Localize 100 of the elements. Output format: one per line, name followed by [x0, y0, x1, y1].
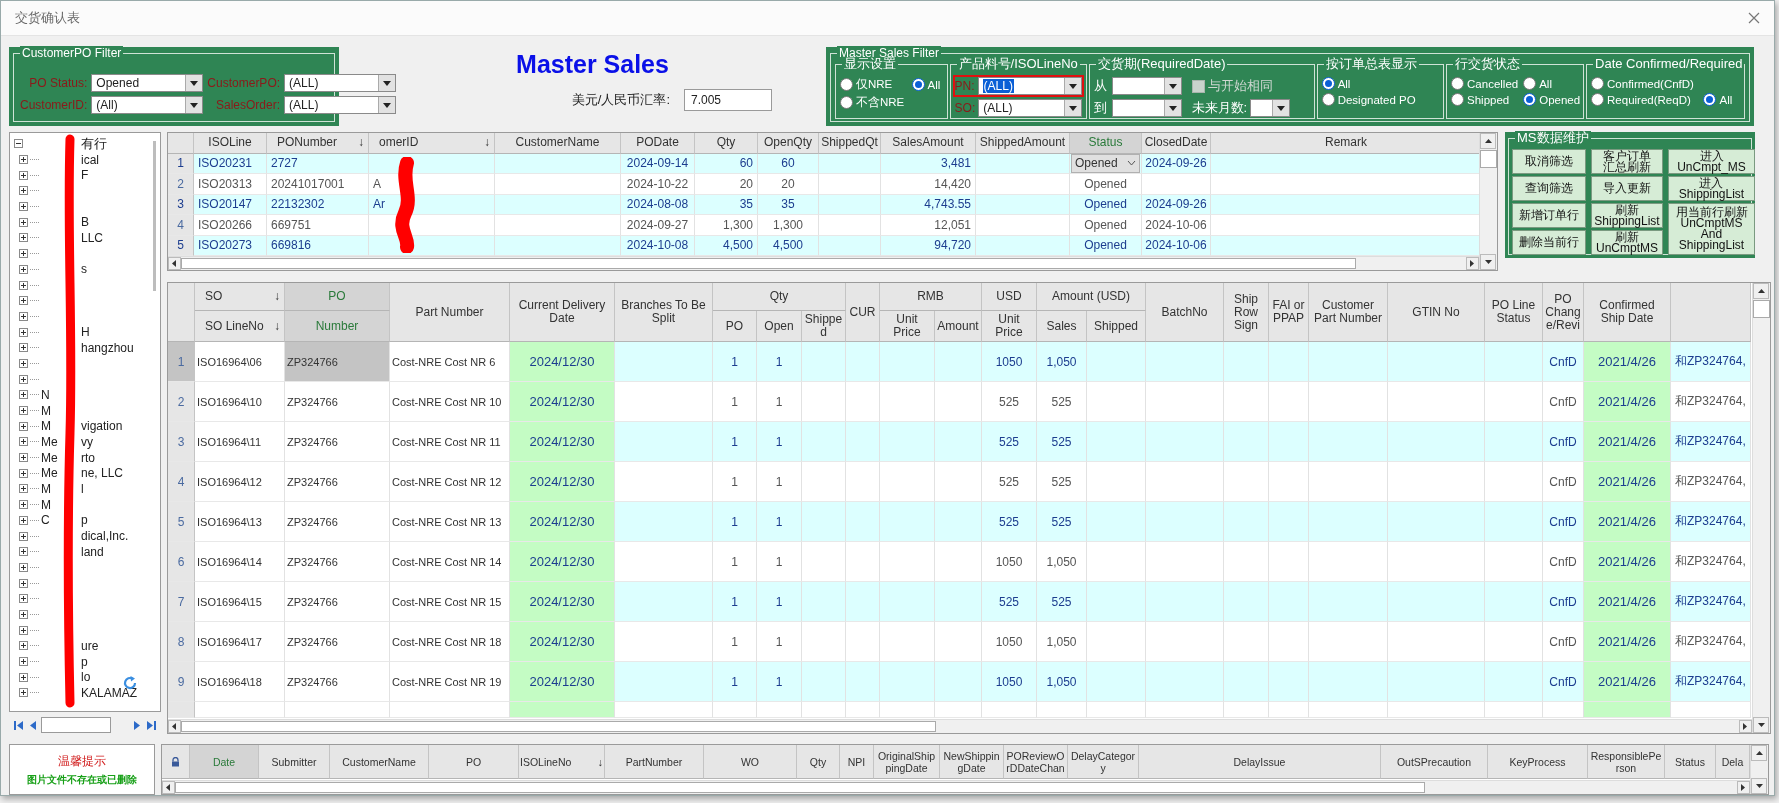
tree-item-label[interactable]: l — [81, 481, 84, 496]
column-header[interactable]: Customer Part Number — [1309, 283, 1388, 342]
row-number[interactable]: 6 — [168, 542, 195, 582]
column-header[interactable]: Dela — [1716, 745, 1750, 779]
radio-option[interactable]: Confirmed(CnfD) — [1591, 77, 1740, 90]
tree-item-label[interactable]: Me — [41, 434, 58, 449]
tree-item-label[interactable]: F — [81, 168, 89, 183]
row-number[interactable]: 8 — [168, 622, 195, 662]
scroll-down-button[interactable] — [1751, 778, 1767, 794]
tree-item-label[interactable]: lo — [81, 670, 91, 685]
tree-item-label[interactable]: rto — [81, 450, 95, 465]
column-header[interactable]: OutSPrecaution — [1381, 745, 1488, 779]
column-header[interactable]: Status — [1665, 745, 1716, 779]
expand-icon[interactable] — [19, 500, 28, 510]
row-number[interactable]: 5 — [168, 502, 195, 542]
expand-icon[interactable] — [19, 437, 28, 447]
column-header[interactable]: Open — [757, 311, 802, 342]
column-header[interactable]: PODate — [621, 133, 695, 154]
row-number[interactable]: 4 — [168, 462, 195, 502]
column-header[interactable]: Shipped — [1087, 311, 1146, 342]
next-icon[interactable] — [133, 719, 141, 731]
column-header[interactable]: Qty — [695, 133, 758, 154]
expand-icon[interactable] — [19, 170, 28, 180]
expand-icon[interactable] — [19, 186, 28, 196]
vertical-scrollbar[interactable] — [1750, 745, 1768, 794]
column-header[interactable]: DelayCategory — [1068, 745, 1139, 779]
tree-item-label[interactable]: vigation — [81, 419, 123, 434]
row-number[interactable]: 7 — [168, 582, 195, 622]
tree-item-label[interactable]: ical — [81, 152, 99, 167]
expand-icon[interactable] — [19, 202, 28, 212]
radio-option[interactable]: Required(ReqD) — [1591, 93, 1699, 106]
column-header[interactable]: omerID ↓ — [369, 133, 495, 154]
column-header[interactable]: SO LineNo ↓ — [195, 311, 285, 342]
expand-icon[interactable] — [19, 280, 28, 290]
column-header[interactable]: GTIN No — [1388, 283, 1485, 342]
expand-icon[interactable] — [19, 343, 28, 353]
radio-option[interactable]: All — [1321, 77, 1440, 90]
column-header[interactable]: PONumber ↓ — [267, 133, 369, 154]
column-header[interactable]: OpenQty — [758, 133, 819, 154]
expand-icon[interactable] — [19, 217, 28, 227]
scrollbar-thumb[interactable] — [175, 782, 1425, 793]
tree-item-label[interactable]: 有行 — [81, 134, 107, 153]
tree-item-label[interactable]: Me — [41, 450, 58, 465]
column-header[interactable]: ISOLineNo ↓ — [519, 745, 605, 779]
tree-item-label[interactable]: vy — [81, 434, 93, 449]
scroll-right-button[interactable] — [1466, 257, 1479, 270]
column-header[interactable]: PO Line Status — [1485, 283, 1543, 342]
column-header[interactable]: POReviewOrDDateChan — [1004, 745, 1068, 779]
expand-icon[interactable] — [19, 562, 28, 572]
column-header[interactable]: PO — [429, 745, 519, 779]
row-number[interactable]: 2 — [168, 174, 194, 195]
expand-icon[interactable] — [19, 672, 28, 682]
expand-icon[interactable] — [19, 296, 28, 306]
column-header[interactable]: CustomerName — [330, 745, 429, 779]
dropdown[interactable]: (All) — [91, 96, 204, 114]
expand-icon[interactable] — [19, 264, 28, 274]
column-header[interactable]: PartNumber — [605, 745, 704, 779]
radio-option[interactable]: 不含NRE — [840, 95, 907, 110]
column-header[interactable]: KeyProcess — [1488, 745, 1588, 779]
column-header[interactable]: Number — [285, 311, 390, 342]
column-header[interactable]: Unit Price — [880, 311, 935, 342]
expand-icon[interactable] — [19, 484, 28, 494]
previous-icon[interactable] — [29, 719, 37, 731]
column-header[interactable]: Shipped — [802, 311, 846, 342]
scrollbar-thumb[interactable] — [181, 258, 1356, 269]
input-field[interactable]: 7.005 — [684, 89, 772, 111]
expand-icon[interactable] — [19, 625, 28, 635]
tree-item-label[interactable]: KALAMAZ — [81, 685, 137, 700]
expand-icon[interactable] — [19, 406, 28, 416]
column-header[interactable]: Amount — [935, 311, 982, 342]
tree-item-label[interactable]: M — [41, 403, 51, 418]
expand-icon[interactable] — [19, 374, 28, 384]
action-button[interactable]: 删除当前行 — [1512, 230, 1586, 255]
scroll-up-button[interactable] — [1753, 283, 1769, 299]
expand-icon[interactable] — [19, 531, 28, 541]
column-header[interactable]: Current Delivery Date — [510, 283, 615, 342]
column-header[interactable]: ShippedQt — [819, 133, 881, 154]
action-button[interactable]: 导入更新 — [1591, 176, 1663, 201]
column-header[interactable]: Ship Row Sign — [1224, 283, 1269, 342]
expand-icon[interactable] — [19, 453, 28, 463]
expand-icon[interactable] — [19, 547, 28, 557]
column-header[interactable]: Qty — [797, 745, 840, 779]
tree-item-label[interactable]: M — [41, 481, 51, 496]
expand-icon[interactable] — [19, 641, 28, 651]
action-button[interactable]: 客户订单汇总刷新 — [1591, 149, 1663, 174]
tree-item-label[interactable]: ure — [81, 638, 99, 653]
page-input[interactable] — [41, 717, 111, 733]
horizontal-scrollbar[interactable] — [168, 719, 1752, 733]
dropdown[interactable]: (ALL) — [977, 77, 1082, 95]
first-page-icon[interactable] — [13, 719, 25, 731]
column-header[interactable]: SalesAmount — [881, 133, 976, 154]
tree-item-label[interactable]: land — [81, 544, 104, 559]
scrollbar-thumb[interactable] — [1480, 150, 1497, 168]
expand-icon[interactable] — [19, 233, 28, 243]
collapse-icon[interactable] — [14, 139, 23, 149]
scroll-down-button[interactable] — [1753, 717, 1769, 733]
row-number[interactable]: 4 — [168, 215, 194, 236]
scrollbar-thumb[interactable] — [181, 721, 936, 732]
column-header[interactable]: ISOLine — [194, 133, 267, 154]
tree-item-label[interactable]: C — [41, 513, 50, 528]
